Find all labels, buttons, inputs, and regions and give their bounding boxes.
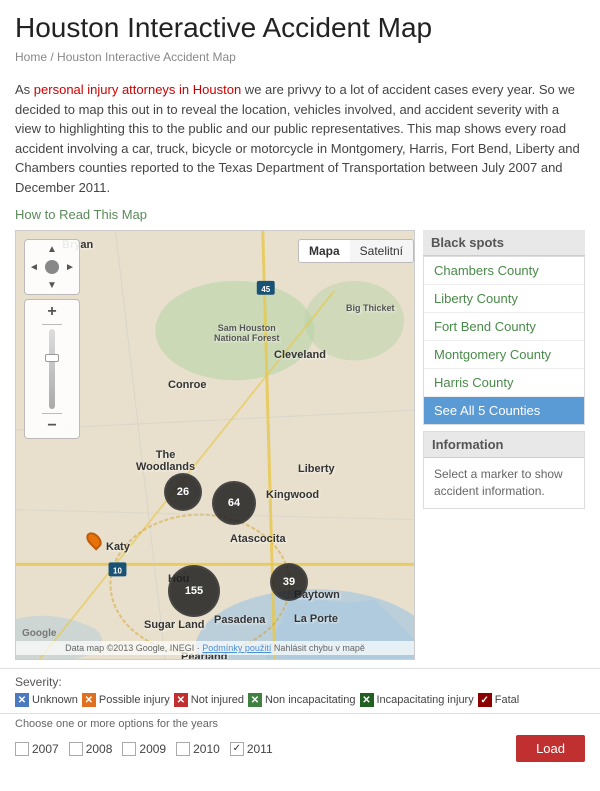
map-type-mapa[interactable]: Mapa bbox=[299, 240, 350, 262]
severity-incap: ✕ Incapacitating injury bbox=[360, 693, 474, 707]
county-harris[interactable]: Harris County bbox=[424, 369, 584, 397]
page-title: Houston Interactive Accident Map bbox=[15, 12, 585, 44]
severity-unknown: ✕ Unknown bbox=[15, 693, 78, 707]
nav-control: ▲ ◄ ► ▼ bbox=[24, 239, 80, 295]
severity-possible: ✕ Possible injury bbox=[82, 693, 170, 707]
year-options: 2007 2008 2009 2010 2011 bbox=[15, 742, 273, 756]
severity-label: Severity: bbox=[15, 675, 585, 689]
zoom-out[interactable]: − bbox=[38, 414, 66, 438]
severity-not-injured-checkbox[interactable]: ✕ bbox=[174, 693, 188, 707]
zoom-controls: + − bbox=[24, 299, 80, 439]
information-content: Select a marker to show accident informa… bbox=[424, 458, 584, 508]
year-2008-checkbox[interactable] bbox=[69, 742, 83, 756]
severity-non-incap-label: Non incapacitating bbox=[265, 694, 356, 706]
information-section: Information Select a marker to show acci… bbox=[423, 431, 585, 509]
svg-text:45: 45 bbox=[261, 285, 270, 294]
nav-center bbox=[45, 260, 59, 274]
year-2009: 2009 bbox=[122, 742, 166, 756]
severity-not-injured: ✕ Not injured bbox=[174, 693, 244, 707]
year-2007-checkbox[interactable] bbox=[15, 742, 29, 756]
severity-possible-checkbox[interactable]: ✕ bbox=[82, 693, 96, 707]
breadcrumb-home[interactable]: Home bbox=[15, 50, 47, 64]
year-2011-label: 2011 bbox=[247, 742, 273, 756]
severity-fatal: ✓ Fatal bbox=[478, 693, 519, 707]
severity-not-injured-label: Not injured bbox=[191, 694, 244, 706]
page-header: Houston Interactive Accident Map Home / … bbox=[0, 0, 600, 80]
county-chambers[interactable]: Chambers County bbox=[424, 257, 584, 285]
year-2009-label: 2009 bbox=[139, 742, 166, 756]
map-section: 45 10 59 Mapa Satelitní ▲ ◄ ► ▼ + bbox=[0, 230, 600, 660]
nav-down[interactable]: ▼ bbox=[43, 276, 61, 294]
severity-fatal-checkbox[interactable]: ✓ bbox=[478, 693, 492, 707]
severity-non-incap-checkbox[interactable]: ✕ bbox=[248, 693, 262, 707]
severity-fatal-label: Fatal bbox=[495, 694, 519, 706]
severity-incap-checkbox[interactable]: ✕ bbox=[360, 693, 374, 707]
page-description: As personal injury attorneys in Houston … bbox=[0, 80, 600, 207]
severity-non-incap: ✕ Non incapacitating bbox=[248, 693, 356, 707]
severity-options: ✕ Unknown ✕ Possible injury ✕ Not injure… bbox=[15, 693, 585, 707]
how-to-link[interactable]: How to Read This Map bbox=[0, 207, 600, 230]
county-fortbend[interactable]: Fort Bend County bbox=[424, 313, 584, 341]
zoom-in[interactable]: + bbox=[38, 300, 66, 324]
severity-unknown-checkbox[interactable]: ✕ bbox=[15, 693, 29, 707]
year-2010: 2010 bbox=[176, 742, 220, 756]
year-2007-label: 2007 bbox=[32, 742, 59, 756]
breadcrumb-current: Houston Interactive Accident Map bbox=[57, 50, 236, 64]
county-list: Chambers County Liberty County Fort Bend… bbox=[423, 256, 585, 425]
county-liberty[interactable]: Liberty County bbox=[424, 285, 584, 313]
year-row: 2007 2008 2009 2010 2011 Load bbox=[15, 735, 585, 762]
map-container[interactable]: 45 10 59 Mapa Satelitní ▲ ◄ ► ▼ + bbox=[15, 230, 415, 660]
year-2010-checkbox[interactable] bbox=[176, 742, 190, 756]
breadcrumb: Home / Houston Interactive Accident Map bbox=[15, 50, 585, 64]
black-spots-title: Black spots bbox=[423, 230, 585, 256]
description-link[interactable]: personal injury attorneys in Houston bbox=[34, 82, 241, 97]
nav-right[interactable]: ► bbox=[61, 258, 79, 276]
severity-possible-label: Possible injury bbox=[99, 694, 170, 706]
cluster-39[interactable]: 39 bbox=[270, 563, 308, 601]
map-type-satelitni[interactable]: Satelitní bbox=[350, 240, 413, 262]
cluster-155[interactable]: 155 bbox=[168, 565, 220, 617]
zoom-handle bbox=[45, 354, 59, 362]
year-hint: Choose one or more options for the years bbox=[15, 718, 585, 730]
zoom-slider[interactable] bbox=[49, 329, 55, 409]
information-title: Information bbox=[424, 432, 584, 458]
year-2011-checkbox[interactable] bbox=[230, 742, 244, 756]
year-2010-label: 2010 bbox=[193, 742, 220, 756]
severity-incap-label: Incapacitating injury bbox=[377, 694, 474, 706]
location-marker bbox=[88, 531, 100, 549]
terms-link[interactable]: Podmínky použití bbox=[202, 643, 271, 653]
load-button[interactable]: Load bbox=[516, 735, 585, 762]
map-controls: ▲ ◄ ► ▼ + − bbox=[24, 239, 80, 439]
map-type-buttons: Mapa Satelitní bbox=[298, 239, 414, 263]
year-section: Choose one or more options for the years… bbox=[0, 713, 600, 770]
svg-text:10: 10 bbox=[113, 566, 122, 575]
map-attribution: Data map ©2013 Google, INEGI · Podmínky … bbox=[16, 641, 414, 655]
sidebar: Black spots Chambers County Liberty Coun… bbox=[423, 230, 585, 660]
county-montgomery[interactable]: Montgomery County bbox=[424, 341, 584, 369]
year-2008: 2008 bbox=[69, 742, 113, 756]
year-2007: 2007 bbox=[15, 742, 59, 756]
year-2008-label: 2008 bbox=[86, 742, 113, 756]
nav-up[interactable]: ▲ bbox=[43, 240, 61, 258]
severity-unknown-label: Unknown bbox=[32, 694, 78, 706]
year-2011: 2011 bbox=[230, 742, 273, 756]
severity-section: Severity: ✕ Unknown ✕ Possible injury ✕ … bbox=[0, 668, 600, 713]
year-2009-checkbox[interactable] bbox=[122, 742, 136, 756]
nav-left[interactable]: ◄ bbox=[25, 258, 43, 276]
cluster-64[interactable]: 64 bbox=[212, 481, 256, 525]
google-logo: Google bbox=[22, 628, 56, 639]
cluster-26[interactable]: 26 bbox=[164, 473, 202, 511]
county-all[interactable]: See All 5 Counties bbox=[424, 397, 584, 424]
